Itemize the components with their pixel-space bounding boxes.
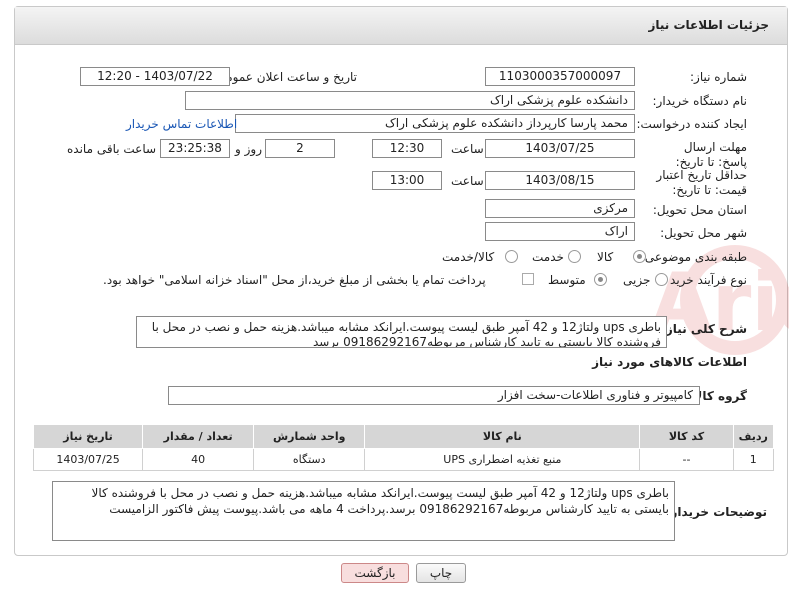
panel-header: جزئیات اطلاعات نیاز: [15, 7, 787, 45]
cell-date: 1403/07/25: [32, 448, 144, 471]
buyer-label: نام دستگاه خریدار:: [652, 94, 748, 108]
description-textarea: باطری ups ولتاژ12 و 42 آمپر طبق لیست پیو…: [136, 316, 667, 348]
print-button[interactable]: چاپ: [416, 563, 466, 583]
col-row: ردیف: [732, 424, 775, 449]
announce-label: تاریخ و ساعت اعلان عمومی:: [212, 70, 357, 84]
deadline-date-field: 1403/07/25: [485, 139, 635, 158]
need-number-field: 1103000357000097: [485, 67, 635, 86]
panel-title: جزئیات اطلاعات نیاز: [648, 18, 769, 32]
category-option-service: خدمت: [532, 250, 564, 264]
goods-group-field: کامپیوتر و فناوری اطلاعات-سخت افزار: [168, 386, 700, 405]
creator-label: ایجاد کننده درخواست:: [636, 117, 747, 131]
days-label: روز و: [235, 142, 262, 156]
province-label: استان محل تحویل:: [652, 203, 747, 217]
category-radio-goods-service[interactable]: [505, 250, 518, 263]
city-field: اراک: [485, 222, 635, 241]
buyer-notes-text: باطری ups ولتاژ12 و 42 آمپر طبق لیست پیو…: [91, 486, 669, 516]
province-field: مرکزی: [485, 199, 635, 218]
process-radio-minor[interactable]: [655, 273, 668, 286]
payment-checkbox[interactable]: [522, 273, 534, 285]
validity-date-field: 1403/08/15: [485, 171, 635, 190]
validity-time-label: ساعت: [451, 174, 484, 188]
need-number-label: شماره نیاز:: [690, 70, 747, 84]
buyer-field: دانشکده علوم پزشکی اراک: [185, 91, 635, 110]
col-name: نام کالا: [364, 424, 641, 449]
validity-time-field: 13:00: [372, 171, 442, 190]
deadline-label: مهلت ارسال پاسخ: تا تاریخ:: [675, 140, 747, 169]
category-radio-service[interactable]: [568, 250, 581, 263]
goods-section-title: اطلاعات کالاهای مورد نیاز: [592, 355, 747, 369]
col-date: تاریخ نیاز: [32, 424, 144, 449]
remaining-time-field: 23:25:38: [160, 139, 230, 158]
cell-code: --: [639, 448, 734, 471]
buyer-notes-textarea: باطری ups ولتاژ12 و 42 آمپر طبق لیست پیو…: [52, 481, 675, 541]
category-label: طبقه بندی موضوعی:: [640, 250, 747, 264]
category-option-goods-service: کالا/خدمت: [442, 250, 495, 264]
goods-table-header: ردیف کد کالا نام کالا واحد شمارش تعداد /…: [32, 424, 775, 449]
cell-qty: 40: [142, 448, 255, 471]
process-option-minor: جزیی: [623, 273, 651, 287]
cell-row: 1: [732, 448, 775, 471]
cell-unit: دستگاه: [253, 448, 366, 471]
payment-note: پرداخت تمام یا بخشی از مبلغ خرید،از محل …: [103, 273, 486, 287]
col-qty: تعداد / مقدار: [142, 424, 255, 449]
validity-label: حداقل تاریخ اعتبار قیمت: تا تاریخ:: [656, 168, 747, 197]
city-label: شهر محل تحویل:: [660, 226, 747, 240]
days-field: 2: [265, 139, 335, 158]
deadline-time-label: ساعت: [451, 142, 484, 156]
cell-name: منبع تغذیه اضطراری UPS: [364, 448, 641, 471]
table-row: 1 -- منبع تغذیه اضطراری UPS دستگاه 40 14…: [32, 448, 775, 471]
remaining-label: ساعت باقی مانده: [67, 142, 157, 156]
back-button[interactable]: بازگشت: [341, 563, 409, 583]
description-text: باطری ups ولتاژ12 و 42 آمپر طبق لیست پیو…: [151, 320, 661, 348]
deadline-time-field: 12:30: [372, 139, 442, 158]
announce-field: 1403/07/22 - 12:20: [80, 67, 230, 86]
process-option-medium: متوسط: [548, 273, 586, 287]
category-radio-goods[interactable]: [633, 250, 646, 263]
category-option-goods: کالا: [597, 250, 614, 264]
description-label: شرح کلی نیاز:: [661, 322, 747, 336]
process-label: نوع فرآیند خرید :: [662, 273, 747, 287]
col-unit: واحد شمارش: [253, 424, 366, 449]
buyer-notes-label: توضیحات خریدار:: [665, 505, 767, 519]
col-code: کد کالا: [639, 424, 734, 449]
process-radio-medium[interactable]: [594, 273, 607, 286]
goods-table: ردیف کد کالا نام کالا واحد شمارش تعداد /…: [32, 424, 775, 471]
creator-field: محمد پارسا کارپرداز دانشکده علوم پزشکی ا…: [235, 114, 635, 133]
contact-info-link[interactable]: اطلاعات تماس خریدار: [126, 117, 237, 131]
